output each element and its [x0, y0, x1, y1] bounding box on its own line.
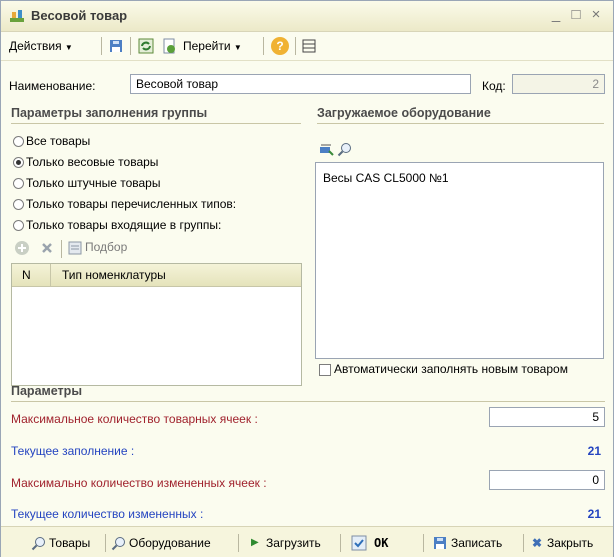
toolbar-separator [105, 534, 106, 552]
radio-button[interactable] [13, 199, 24, 210]
bottom-toolbar: Товары Оборудование ▶ Загрузить OK Запис… [1, 526, 613, 557]
toolbar-separator [61, 240, 62, 258]
toolbar-separator [423, 534, 424, 552]
list-item[interactable]: Весы CAS CL5000 №1 [323, 171, 449, 185]
close-window-button[interactable]: × [587, 6, 605, 24]
minimize-button[interactable]: _ [547, 6, 565, 24]
goto-menu[interactable]: Перейти ▼ [183, 37, 242, 55]
fill-option-label: Только товары перечисленных типов: [26, 197, 237, 211]
section-divider [11, 401, 605, 402]
goto-label: Перейти [183, 39, 231, 53]
document-refresh-icon[interactable] [161, 38, 177, 54]
select-list-icon [68, 241, 82, 255]
current-changed-label: Текущее количество измененных : [11, 507, 204, 521]
maximize-button[interactable]: □ [567, 6, 585, 24]
max-changed-label: Максимально количество измененных ячеек … [11, 476, 267, 490]
section-divider [317, 123, 604, 124]
toolbar-separator [238, 534, 239, 552]
equipment-label: Оборудование [129, 536, 211, 550]
toolbar-separator [523, 534, 524, 552]
code-label: Код: [482, 79, 506, 93]
scales-icon [10, 10, 24, 22]
name-label: Наименование: [9, 79, 96, 93]
select-label: Подбор [85, 240, 128, 254]
code-field: 2 [512, 74, 605, 94]
actions-menu[interactable]: Действия ▼ [9, 37, 73, 55]
toolbar-separator [130, 37, 131, 55]
column-n[interactable]: N [22, 268, 31, 282]
checkbox[interactable] [319, 364, 331, 376]
play-icon: ▶ [251, 537, 259, 548]
goods-label: Товары [49, 536, 91, 550]
chevron-down-icon: ▼ [64, 43, 73, 52]
radio-button[interactable] [13, 136, 24, 147]
equipment-title: Загружаемое оборудование [317, 106, 491, 120]
table-header: N Тип номенклатуры [12, 264, 301, 287]
toolbar: Действия ▼ Перейти ▼ ? [1, 32, 613, 61]
toolbar-separator [340, 534, 341, 552]
max-changed-field[interactable]: 0 [489, 470, 605, 490]
fill-option-label: Все товары [26, 134, 91, 148]
title-bar[interactable]: Весовой товар _ □ × [1, 1, 613, 32]
checkmark-icon [351, 535, 367, 551]
load-equipment-icon[interactable] [319, 141, 335, 157]
fill-option-label: Только товары входящие в группы: [26, 218, 222, 232]
auto-fill-label: Автоматически заполнять новым товаром [334, 362, 568, 376]
window: Весовой товар _ □ × Действия ▼ Перейти ▼… [0, 0, 614, 557]
fill-option-label: Только штучные товары [26, 176, 161, 190]
fill-params-title: Параметры заполнения группы [11, 106, 208, 120]
search-icon[interactable] [337, 141, 353, 157]
search-icon [31, 537, 45, 551]
list-icon[interactable] [301, 38, 317, 54]
toolbar-separator [263, 37, 264, 55]
actions-label: Действия [9, 39, 62, 53]
close-label: Закрыть [547, 536, 594, 550]
radio-button-selected[interactable] [13, 157, 24, 168]
chevron-down-icon: ▼ [233, 43, 242, 52]
add-icon[interactable] [14, 240, 30, 256]
refresh-icon[interactable] [138, 38, 154, 54]
column-type[interactable]: Тип номенклатуры [62, 268, 166, 282]
delete-icon[interactable] [39, 240, 55, 256]
load-label: Загрузить [266, 536, 321, 550]
nomenclature-type-table[interactable]: N Тип номенклатуры [11, 263, 302, 386]
fill-option-label: Только весовые товары [26, 155, 159, 169]
toolbar-separator [295, 37, 296, 55]
search-icon [111, 537, 125, 551]
radio-button[interactable] [13, 220, 24, 231]
name-field[interactable]: Весовой товар [130, 74, 471, 94]
current-fill-value: 21 [587, 444, 601, 458]
section-divider [11, 123, 301, 124]
window-title: Весовой товар [31, 8, 128, 23]
params-title: Параметры [11, 384, 82, 398]
current-changed-value: 21 [587, 507, 601, 521]
equipment-list[interactable]: Весы CAS CL5000 №1 [315, 162, 604, 359]
save-icon [434, 537, 446, 549]
save-label: Записать [451, 536, 503, 550]
help-icon[interactable]: ? [271, 37, 289, 55]
close-icon: ✖ [532, 536, 543, 550]
column-divider [50, 264, 51, 286]
radio-button[interactable] [13, 178, 24, 189]
max-cells-field[interactable]: 5 [489, 407, 605, 427]
toolbar-separator [101, 37, 102, 55]
save-icon[interactable] [108, 38, 124, 54]
ok-label: OK [374, 536, 389, 550]
current-fill-label: Текущее заполнение : [11, 444, 135, 458]
max-cells-label: Максимальное количество товарных ячеек : [11, 412, 258, 426]
